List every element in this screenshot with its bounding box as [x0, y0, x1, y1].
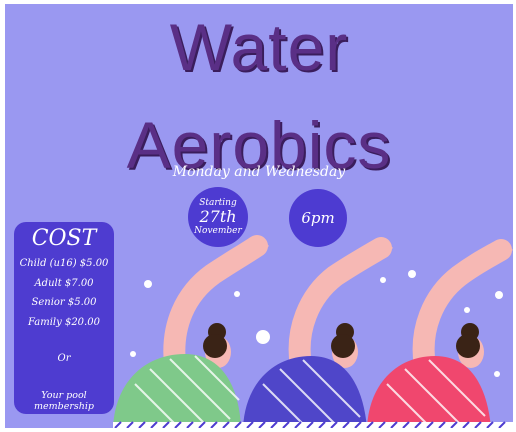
class-time: 6pm — [301, 209, 335, 227]
cost-membership: Your pool membership — [34, 390, 94, 413]
cost-or: Or — [57, 353, 71, 365]
cost-heading: COST — [31, 226, 97, 251]
title-line-1: Water — [169, 10, 349, 84]
schedule-days: Monday and Wednesday — [172, 164, 346, 180]
time-badge: 6pm — [289, 189, 347, 247]
start-day: 27th — [199, 207, 237, 227]
price-senior: Senior $5.00 — [31, 297, 97, 309]
price-adult: Adult $7.00 — [34, 277, 94, 289]
start-month: November — [194, 225, 242, 236]
price-child: Child (u16) $5.00 — [19, 258, 109, 270]
swimmer-green — [113, 235, 269, 428]
start-date-badge: Starting 27th November — [188, 187, 248, 247]
water-aerobics-poster: Water Aerobics Monday and Wednesday Star… — [5, 4, 513, 428]
swimmer-red — [367, 239, 513, 428]
price-family: Family $20.00 — [28, 316, 100, 328]
water-stripe — [113, 421, 513, 428]
cost-panel: COST Child (u16) $5.00 Adult $7.00 Senio… — [14, 222, 114, 414]
